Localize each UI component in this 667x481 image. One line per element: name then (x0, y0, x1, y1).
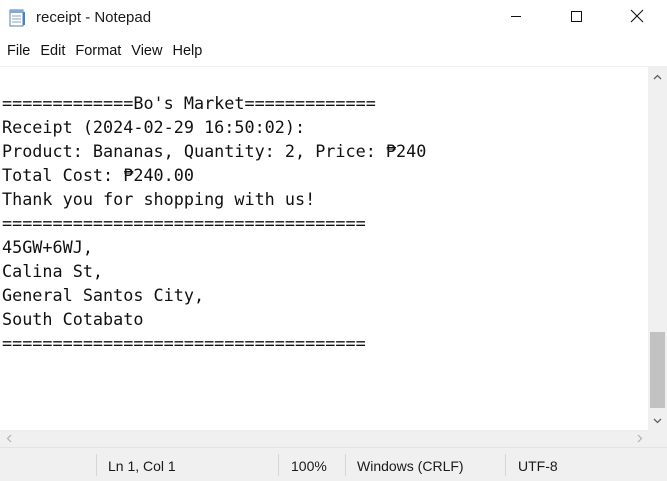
scroll-right-button[interactable] (631, 430, 648, 447)
status-divider (96, 454, 97, 476)
menu-view[interactable]: View (126, 43, 167, 59)
menu-file[interactable]: File (2, 43, 35, 59)
status-divider (505, 454, 506, 476)
text-line: General Santos City, (2, 285, 205, 305)
menu-edit[interactable]: Edit (35, 43, 70, 59)
text-line: ==================================== (2, 213, 366, 233)
notepad-icon (9, 8, 26, 27)
close-icon (630, 9, 644, 28)
line-ending: Windows (CRLF) (357, 458, 464, 474)
text-line: Receipt (2024-02-29 16:50:02): (2, 117, 306, 137)
chevron-right-icon (637, 430, 643, 448)
scroll-left-button[interactable] (0, 430, 17, 447)
horizontal-scrollbar[interactable] (0, 430, 648, 447)
document-text[interactable]: =============Bo's Market============= Rec… (2, 91, 426, 355)
maximize-button[interactable] (546, 0, 606, 36)
close-button[interactable] (607, 0, 667, 36)
text-editor[interactable]: =============Bo's Market============= Rec… (0, 66, 648, 430)
chevron-down-icon (653, 411, 662, 429)
menu-format[interactable]: Format (70, 43, 126, 59)
minimize-button[interactable] (486, 0, 546, 36)
text-line: Total Cost: ₱240.00 (2, 165, 194, 185)
minimize-icon (510, 9, 522, 27)
title-bar[interactable]: receipt - Notepad (0, 0, 667, 36)
menu-bar: File Edit Format View Help (0, 36, 667, 66)
text-line: =============Bo's Market============= (2, 93, 376, 113)
text-line: South Cotabato (2, 309, 144, 329)
status-divider (345, 454, 346, 476)
scrollbar-corner (648, 430, 667, 447)
text-line: ==================================== (2, 333, 366, 353)
vertical-scrollbar[interactable] (648, 66, 667, 430)
zoom-level: 100% (291, 458, 327, 474)
maximize-icon (570, 9, 582, 27)
scroll-up-button[interactable] (648, 66, 667, 86)
text-line: 45GW+6WJ, (2, 237, 93, 257)
window-title: receipt - Notepad (36, 9, 152, 26)
menu-help[interactable]: Help (167, 43, 207, 59)
text-line: Product: Bananas, Quantity: 2, Price: ₱2… (2, 141, 427, 161)
text-line: Thank you for shopping with us! (2, 189, 316, 209)
text-line: Calina St, (2, 261, 104, 281)
chevron-left-icon (6, 430, 12, 448)
cursor-position: Ln 1, Col 1 (108, 458, 176, 474)
encoding: UTF-8 (518, 458, 558, 474)
scroll-down-button[interactable] (648, 410, 667, 430)
vertical-scroll-thumb[interactable] (650, 332, 665, 408)
status-bar: Ln 1, Col 1 100% Windows (CRLF) UTF-8 (0, 447, 667, 481)
status-divider (278, 454, 279, 476)
chevron-up-icon (653, 67, 662, 85)
